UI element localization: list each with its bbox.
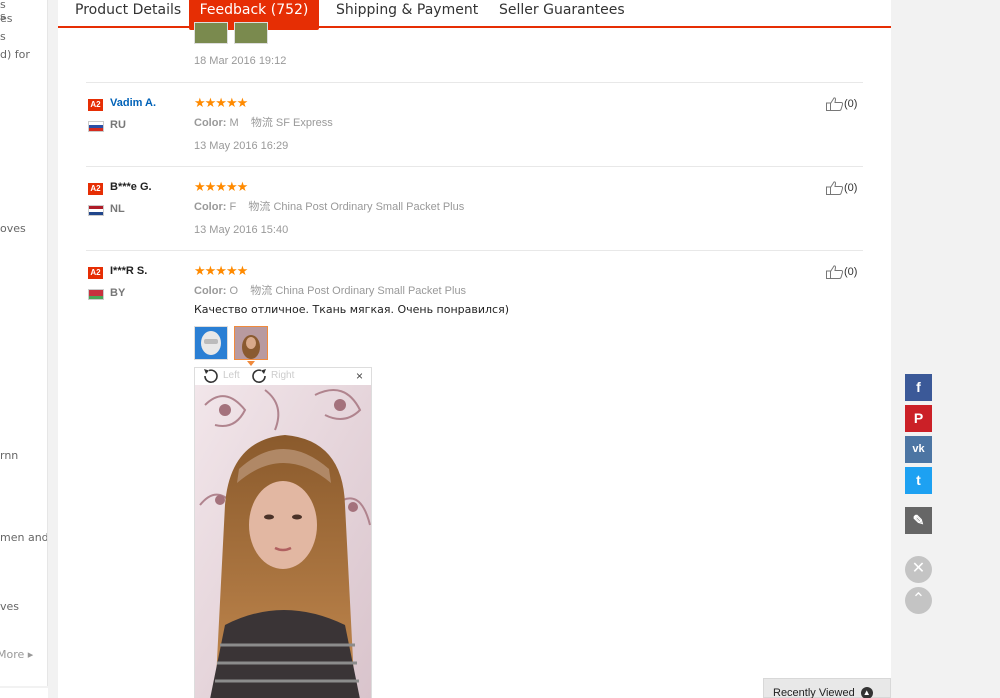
sidebar-text[interactable]: d) for xyxy=(0,48,30,61)
helpful-button[interactable]: (0) xyxy=(826,97,857,111)
logistics-label: 物流 xyxy=(250,285,273,297)
review-photo-thumbnail-selected[interactable] xyxy=(234,326,268,360)
star-rating: ★★★★★ xyxy=(194,179,248,194)
logistics-value: SF Express xyxy=(275,117,333,129)
review-meta: Color: O 物流 China Post Ordinary Small Pa… xyxy=(194,282,466,298)
review-photo-thumbnail[interactable] xyxy=(194,326,228,360)
vk-share-icon[interactable]: vk xyxy=(905,436,932,463)
color-label: Color: xyxy=(194,285,227,297)
helpful-button[interactable]: (0) xyxy=(826,265,857,279)
logistics-label: 物流 xyxy=(250,117,273,129)
rotate-right-icon xyxy=(252,369,266,383)
twitter-share-icon[interactable]: t xyxy=(905,467,932,494)
thumbs-up-icon xyxy=(826,265,844,279)
review-item: A2 B***e G. NL ★★★★★ Color: F 物流 China P… xyxy=(58,179,891,269)
rotate-right-label: Right xyxy=(271,370,295,381)
buyer-level-badge: A2 xyxy=(88,99,103,111)
flag-nl-icon xyxy=(88,205,104,216)
review-date: 13 May 2016 16:29 xyxy=(194,140,289,152)
sidebar-text[interactable]: rnn xyxy=(0,449,18,462)
selected-indicator-arrow xyxy=(247,361,255,366)
tab-product-details[interactable]: Product Details xyxy=(75,0,181,28)
thumbs-up-icon xyxy=(826,181,844,195)
recently-viewed-bar[interactable]: Recently Viewed ▲ xyxy=(763,678,891,698)
helpful-count: (0) xyxy=(844,181,858,194)
review-date: 18 Mar 2016 19:12 xyxy=(194,55,287,67)
color-label: Color: xyxy=(194,201,227,213)
review-meta: Color: M 物流 SF Express xyxy=(194,114,333,130)
reviewer-country: BY xyxy=(110,287,126,299)
logistics-label: 物流 xyxy=(248,201,271,213)
divider xyxy=(86,250,863,251)
close-circle-icon[interactable]: ✕ xyxy=(905,556,932,583)
rotate-left-label: Left xyxy=(223,370,240,381)
reviewer-name[interactable]: Vadim A. xyxy=(110,97,156,109)
review-meta: Color: F 物流 China Post Ordinary Small Pa… xyxy=(194,198,464,214)
sidebar-text[interactable]: men and xyxy=(0,531,47,544)
tab-bar: Product Details Feedback (752) Shipping … xyxy=(58,0,891,30)
review-item: A2 I***R S. BY ★★★★★ Color: O 物流 China P… xyxy=(58,263,891,698)
color-label: Color: xyxy=(194,117,227,129)
buyer-level-badge: A2 xyxy=(88,183,103,195)
review-item: A2 Vadim A. RU ★★★★★ Color: M 物流 SF Expr… xyxy=(58,95,891,185)
review-photo-thumbnail[interactable] xyxy=(194,22,228,44)
pinterest-share-icon[interactable]: P xyxy=(905,405,932,432)
sidebar-text[interactable]: s xyxy=(0,30,6,43)
sidebar-footer xyxy=(0,688,48,698)
review-comment: Качество отличное. Ткань мягкая. Очень п… xyxy=(194,303,509,316)
image-viewer-toolbar: Left Right × xyxy=(195,368,371,385)
flag-ru-icon xyxy=(88,121,104,132)
helpful-count: (0) xyxy=(844,97,858,110)
sidebar-text[interactable]: es xyxy=(0,12,13,25)
tab-shipping-payment[interactable]: Shipping & Payment xyxy=(336,0,478,28)
chevron-up-icon: ▲ xyxy=(860,687,873,698)
sidebar-more-link[interactable]: More ▸ xyxy=(0,648,33,661)
sidebar-text[interactable]: oves xyxy=(0,222,26,235)
product-tabs-panel: Product Details Feedback (752) Shipping … xyxy=(58,0,891,698)
edit-icon[interactable]: ✎ xyxy=(905,507,932,534)
helpful-count: (0) xyxy=(844,265,858,278)
buyer-level-badge: A2 xyxy=(88,267,103,279)
facebook-share-icon[interactable]: f xyxy=(905,374,932,401)
image-viewer: Left Right × xyxy=(194,367,372,698)
recently-viewed-label: Recently Viewed xyxy=(773,687,855,698)
review-photo-thumbnail[interactable] xyxy=(234,22,268,44)
sidebar-text[interactable]: s xyxy=(0,0,6,11)
color-value: M xyxy=(229,117,239,129)
logistics-value: China Post Ordinary Small Packet Plus xyxy=(275,285,467,297)
color-value: O xyxy=(229,285,239,297)
thumbs-up-icon xyxy=(826,97,844,111)
divider xyxy=(86,166,863,167)
star-rating: ★★★★★ xyxy=(194,95,248,110)
star-rating: ★★★★★ xyxy=(194,263,248,278)
close-icon[interactable]: × xyxy=(356,369,363,383)
reviewer-name[interactable]: I***R S. xyxy=(110,265,147,277)
color-value: F xyxy=(229,201,237,213)
flag-by-icon xyxy=(88,289,104,300)
back-to-top-icon[interactable]: ⌃ xyxy=(905,587,932,614)
sidebar-text[interactable]: ves xyxy=(0,600,19,613)
rotate-left-icon xyxy=(204,369,218,383)
reviewer-country: NL xyxy=(110,203,125,215)
divider xyxy=(86,82,863,83)
review-date: 13 May 2016 15:40 xyxy=(194,224,289,236)
reviewer-country: RU xyxy=(110,119,126,131)
tab-seller-guarantees[interactable]: Seller Guarantees xyxy=(499,0,625,28)
helpful-button[interactable]: (0) xyxy=(826,181,857,195)
reviewer-name[interactable]: B***e G. xyxy=(110,181,152,193)
logistics-value: China Post Ordinary Small Packet Plus xyxy=(273,201,465,213)
review-photo-large xyxy=(195,385,371,698)
left-sidebar: s s es s d) for oves rnn men and ves Mor… xyxy=(0,0,48,686)
